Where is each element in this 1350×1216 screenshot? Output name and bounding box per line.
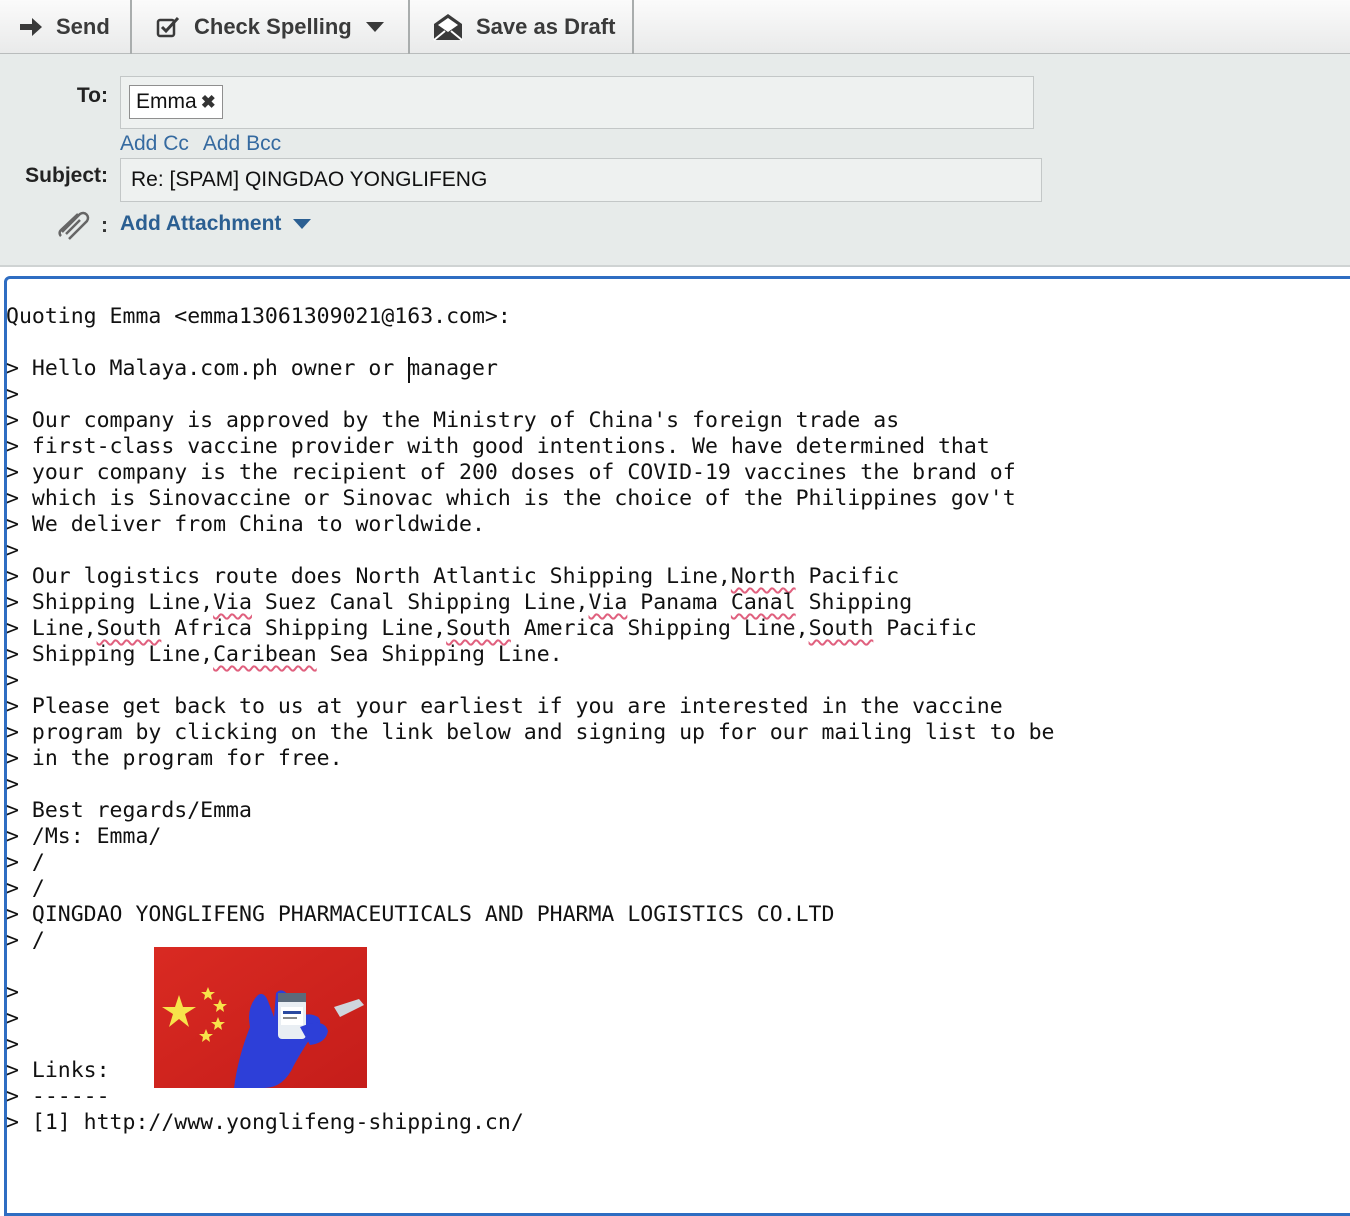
signature-line: > Best regards/Emma — [6, 798, 252, 823]
logistics-text: America Shipping Line, — [510, 616, 809, 641]
hello-line-a: > Hello Malaya.com.ph owner or — [6, 356, 408, 381]
misspelled-word[interactable]: Canal — [731, 590, 796, 615]
check-spelling-label: Check Spelling — [194, 14, 352, 39]
arrow-right-icon — [18, 16, 44, 38]
signature-line: > /Ms: Emma/ — [6, 824, 162, 849]
logistics-text: > Line, — [6, 616, 97, 641]
hello-line-b: manager — [407, 356, 498, 381]
misspelled-word[interactable]: Caribean — [213, 642, 317, 667]
chevron-down-icon — [293, 219, 312, 229]
quote-marker: > — [6, 1006, 19, 1031]
save-draft-button[interactable]: Save as Draft — [410, 0, 634, 54]
para3-line: > in the program for free. — [6, 746, 343, 771]
add-attachment-label: Add Attachment — [120, 212, 282, 235]
signature-line: > QINGDAO YONGLIFENG PHARMACEUTICALS AND… — [6, 902, 835, 927]
signature-line: > / — [6, 876, 45, 901]
signature-line: > / — [6, 850, 45, 875]
text-cursor — [408, 357, 410, 383]
toolbar: Send Check Spelling Save as Draft — [0, 0, 1350, 54]
logistics-text: > Shipping Line, — [6, 642, 214, 667]
misspelled-word[interactable]: South — [446, 616, 511, 641]
para1-line: > Our company is approved by the Ministr… — [6, 408, 900, 433]
quote-marker: > — [6, 980, 19, 1005]
para3-line: > Please get back to us at your earliest… — [6, 694, 1003, 719]
save-draft-label: Save as Draft — [476, 14, 616, 39]
logistics-text: Pacific — [795, 564, 900, 589]
chevron-down-icon[interactable] — [365, 22, 384, 32]
misspelled-word[interactable]: South — [97, 616, 162, 641]
compose-header: To: Emma ✖ Add Cc Add Bcc Subject: Re: [S… — [0, 54, 1350, 267]
quote-marker: > — [6, 1032, 19, 1057]
remove-recipient-icon[interactable]: ✖ — [201, 92, 216, 113]
para1-line: > which is Sinovaccine or Sinovac which … — [6, 486, 1016, 511]
cc-bcc-links: Add Cc Add Bcc — [120, 132, 295, 156]
check-spelling-button[interactable]: Check Spelling — [132, 0, 410, 54]
logistics-text: > Shipping Line, — [6, 590, 214, 615]
add-bcc-link[interactable]: Add Bcc — [203, 132, 281, 155]
quoting-line: Quoting Emma <emma13061309021@163.com>: — [6, 304, 511, 329]
logistics-text: Pacific — [873, 616, 977, 641]
misspelled-word[interactable]: South — [809, 616, 874, 641]
to-field[interactable]: Emma ✖ — [120, 76, 1034, 129]
add-cc-link[interactable]: Add Cc — [120, 132, 189, 155]
china-flag-vaccine-image — [154, 947, 367, 1088]
para1-line: > your company is the recipient of 200 d… — [6, 460, 1016, 485]
quote-marker: > — [6, 668, 19, 693]
add-attachment-button[interactable]: Add Attachment — [120, 212, 312, 236]
signature-line: > / — [6, 928, 45, 953]
subject-field[interactable]: Re: [SPAM] QINGDAO YONGLIFENG — [120, 158, 1042, 202]
checkbox-pen-icon — [156, 15, 182, 39]
logistics-text: Suez Canal Shipping Line, — [251, 590, 589, 615]
to-label: To: — [76, 84, 108, 107]
link-line: > [1] http://www.yonglifeng-shipping.cn/ — [6, 1110, 524, 1135]
para1-line: > We deliver from China to worldwide. — [6, 512, 485, 537]
quote-marker: > — [6, 538, 19, 563]
links-rule: > ------ — [6, 1084, 110, 1109]
links-label: > Links: — [6, 1058, 110, 1083]
envelope-open-icon — [432, 12, 464, 42]
subject-label: Subject: — [25, 164, 108, 187]
quote-marker: > — [6, 382, 19, 407]
logistics-text: > Our logistics route does North Atlanti… — [6, 564, 731, 589]
logistics-text: Panama — [627, 590, 731, 615]
send-button[interactable]: Send — [0, 0, 132, 54]
recipient-name: Emma — [136, 90, 197, 113]
para1-line: > first-class vaccine provider with good… — [6, 434, 990, 459]
logistics-text: Shipping — [795, 590, 913, 615]
send-label: Send — [56, 14, 110, 39]
recipient-chip[interactable]: Emma ✖ — [129, 85, 223, 119]
subject-value: Re: [SPAM] QINGDAO YONGLIFENG — [131, 168, 488, 191]
quote-marker: > — [6, 772, 19, 797]
attachment-colon: : — [101, 214, 108, 237]
logistics-text: Africa Shipping Line, — [161, 616, 447, 641]
misspelled-word[interactable]: Via — [213, 590, 252, 615]
misspelled-word[interactable]: Via — [589, 590, 628, 615]
misspelled-word[interactable]: North — [731, 564, 796, 589]
para3-line: > program by clicking on the link below … — [6, 720, 1055, 745]
logistics-text: Sea Shipping Line. — [316, 642, 563, 667]
paperclip-icon[interactable] — [56, 210, 92, 247]
